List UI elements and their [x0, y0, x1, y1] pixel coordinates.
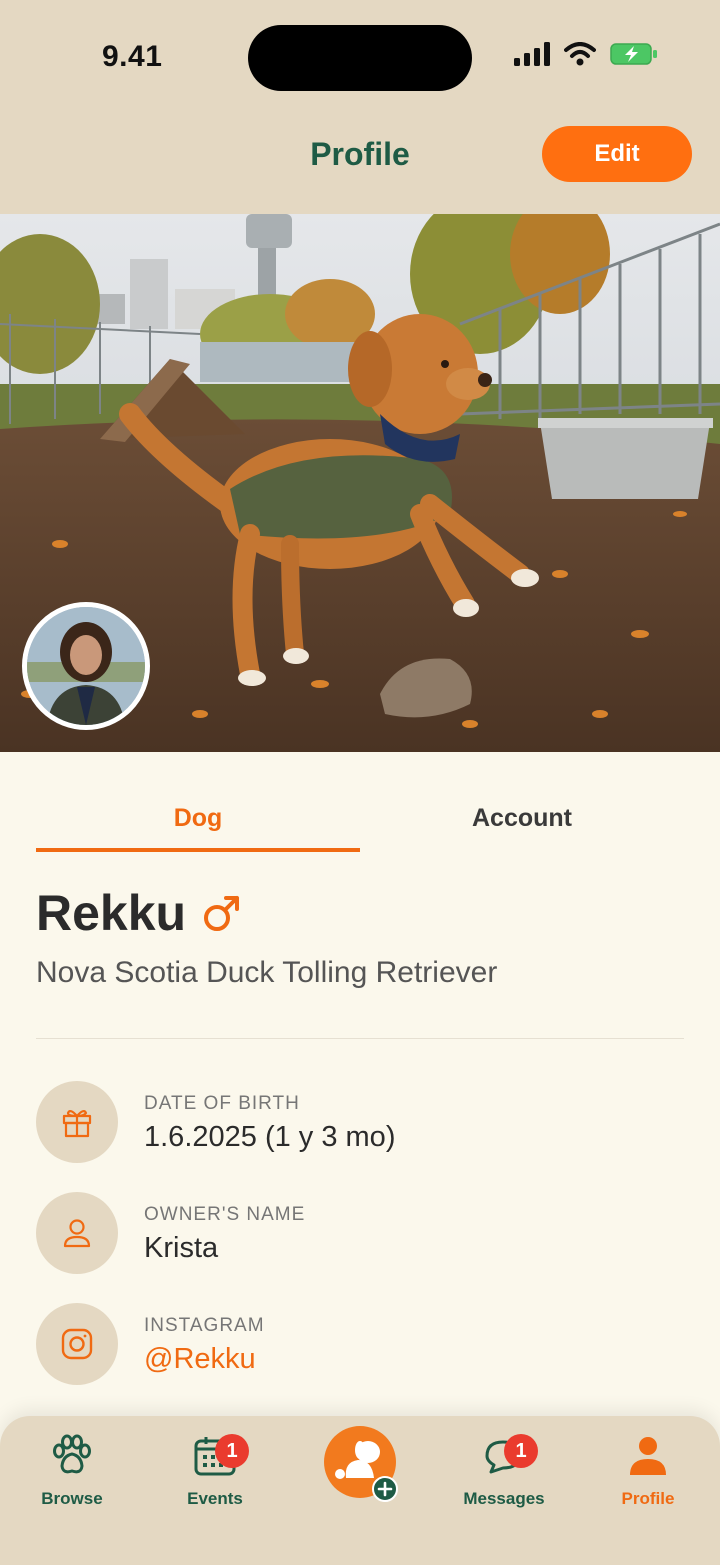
nav-events[interactable]: Events 1 [155, 1434, 275, 1509]
instagram-icon-circle [36, 1303, 118, 1385]
status-time: 9.41 [102, 40, 163, 73]
wifi-icon [564, 42, 596, 66]
nav-browse[interactable]: Browse [12, 1434, 132, 1509]
info-row-birth-date: DATE OF BIRTH 1.6.2025 (1 y 3 mo) [36, 1081, 684, 1163]
nav-label: Browse [41, 1489, 103, 1508]
divider [36, 1038, 684, 1039]
info-label: OWNER'S NAME [144, 1204, 306, 1225]
status-icons [514, 42, 658, 66]
edit-button[interactable]: Edit [542, 126, 692, 182]
dynamic-island [248, 25, 472, 91]
person-icon [63, 1219, 91, 1248]
tab-account[interactable]: Account [360, 790, 684, 852]
nav-profile[interactable]: Profile [588, 1434, 708, 1509]
battery-charging-icon [610, 43, 657, 65]
paw-icon [53, 1434, 91, 1474]
add-plus-icon [372, 1476, 398, 1502]
gift-icon [62, 1109, 92, 1138]
tab-dog[interactable]: Dog [36, 790, 360, 852]
dog-breed: Nova Scotia Duck Tolling Retriever [36, 956, 498, 989]
male-symbol-icon [204, 896, 239, 931]
info-value: Krista [144, 1232, 219, 1264]
info-row-instagram: INSTAGRAM @Rekku [36, 1303, 684, 1385]
events-badge: 1 [215, 1434, 249, 1468]
info-row-owner-name: OWNER'S NAME Krista [36, 1192, 684, 1274]
owner-avatar[interactable] [22, 602, 150, 730]
info-label: DATE OF BIRTH [144, 1093, 300, 1114]
info-label: INSTAGRAM [144, 1315, 265, 1336]
signal-icon [514, 42, 550, 66]
person-icon-circle [36, 1192, 118, 1274]
nav-label: Events [187, 1489, 243, 1508]
messages-badge: 1 [504, 1434, 538, 1468]
profile-tabs: Dog Account [36, 790, 684, 852]
instagram-icon [61, 1328, 93, 1360]
nav-label: Messages [463, 1489, 545, 1508]
instagram-link[interactable]: @Rekku [144, 1343, 256, 1376]
nav-messages[interactable]: Messages 1 [444, 1434, 564, 1509]
info-value: 1.6.2025 (1 y 3 mo) [144, 1121, 396, 1153]
gift-icon-circle [36, 1081, 118, 1163]
nav-label: Profile [621, 1489, 675, 1508]
bottom-nav: Browse Events 1 Messages 1 Profile [0, 1416, 720, 1565]
dog-name: Rekku [36, 885, 187, 941]
top-bar: 9.41 Profile Edit [0, 0, 720, 214]
person-icon [630, 1437, 666, 1475]
